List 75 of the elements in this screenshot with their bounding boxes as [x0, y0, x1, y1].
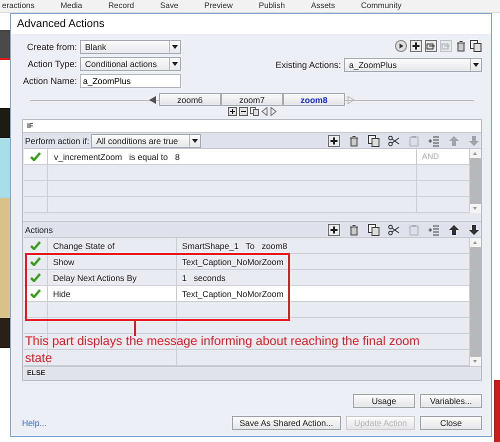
menu-item[interactable]: Community	[361, 1, 402, 11]
checkmark-icon[interactable]	[30, 241, 41, 250]
create-from-dropdown[interactable]: Blank	[80, 40, 181, 54]
table-cell: SmartShape_1 To zoom8	[182, 240, 288, 250]
checkmark-icon[interactable]	[30, 152, 41, 161]
field-label: Create from:	[26, 42, 77, 52]
checkmark-icon[interactable]	[30, 273, 41, 282]
copy-icon[interactable]	[368, 134, 380, 146]
action-type-dropdown[interactable]: Conditional actions	[80, 57, 181, 71]
down-arrow-icon[interactable]	[468, 224, 480, 236]
remove-decision-icon[interactable]	[238, 107, 248, 116]
leader-line	[134, 321, 136, 336]
menu-item[interactable]: Publish	[258, 1, 285, 11]
dropdown-arrow-icon	[169, 41, 180, 53]
add-decision-icon[interactable]	[228, 107, 236, 116]
action-name-field[interactable]: a_ZoomPlus	[80, 74, 181, 88]
dropdown-arrow-icon	[470, 59, 481, 71]
dialog-button[interactable]: Variables...	[420, 394, 482, 408]
table-cell: 1 seconds	[182, 272, 226, 282]
insert-row-icon[interactable]	[428, 224, 440, 236]
left-arrow-icon[interactable]	[260, 107, 268, 116]
dialog-button[interactable]: Close	[420, 416, 482, 430]
dropdown-arrow-icon	[189, 134, 200, 146]
add-icon[interactable]	[328, 134, 340, 146]
play-icon[interactable]	[395, 40, 407, 52]
right-arrow-icon[interactable]	[270, 107, 276, 116]
copy-icon[interactable]	[368, 224, 380, 236]
table-cell: v_incrementZoom is equal to 8	[54, 152, 180, 162]
help-link[interactable]: Help...	[22, 418, 47, 428]
trash-icon[interactable]	[455, 40, 467, 52]
annotation-text: This part displays the message informing about reaching the final zoom state	[25, 333, 421, 367]
menu-item[interactable]: Assets	[311, 1, 336, 11]
scrollbar[interactable]	[469, 149, 481, 213]
menu-item[interactable]: Record	[108, 1, 134, 11]
previous-arrow-icon[interactable]	[149, 96, 157, 104]
perform-condition-dropdown[interactable]: All conditions are true	[91, 134, 202, 148]
table-cell: Text_Caption_NoMorZoom	[182, 256, 284, 266]
menu-item[interactable]: Preview	[204, 1, 233, 11]
field-label: Action Type:	[26, 59, 77, 69]
scissors-icon[interactable]	[388, 224, 400, 236]
field-label: Existing Actions:	[275, 60, 341, 70]
table-cell: Show	[53, 256, 74, 266]
trash-icon[interactable]	[348, 224, 360, 236]
scissors-icon[interactable]	[388, 134, 400, 146]
duplicate-icon[interactable]	[470, 40, 482, 52]
up-arrow-icon[interactable]	[448, 224, 460, 236]
app-border	[494, 380, 500, 442]
decision-tab[interactable]: zoom8	[283, 93, 345, 106]
menu-item[interactable]: Save	[160, 1, 178, 11]
decision-tab[interactable]: zoom7	[221, 93, 283, 106]
checkmark-icon[interactable]	[30, 257, 41, 266]
field-label: Perform action if:	[25, 136, 90, 146]
field-label: Action Name:	[22, 76, 77, 86]
dropdown-arrow-icon	[169, 58, 180, 70]
table-cell: Text_Caption_NoMorZoom	[182, 288, 284, 298]
scrollbar[interactable]	[469, 238, 481, 366]
table-cell: Hide	[53, 288, 70, 298]
table-cell: Delay Next Actions By	[53, 272, 137, 282]
import-icon[interactable]	[425, 40, 437, 52]
add-icon[interactable]	[328, 224, 340, 236]
window-title: Advanced Actions	[17, 18, 104, 30]
dialog-button[interactable]: Usage	[353, 394, 415, 408]
trash-icon[interactable]	[348, 134, 360, 146]
dialog-button[interactable]: Save As Shared Action...	[232, 416, 342, 430]
menu-item[interactable]: Media	[60, 1, 82, 11]
decision-tab[interactable]: zoom6	[159, 93, 221, 106]
table-cell: AND	[422, 152, 439, 161]
checkmark-icon[interactable]	[30, 289, 41, 298]
existing-actions-dropdown[interactable]: a_ZoomPlus	[344, 58, 482, 72]
menu-item[interactable]: eractions	[2, 1, 34, 11]
add-icon[interactable]	[410, 40, 422, 52]
copy-decision-icon[interactable]	[250, 107, 258, 116]
table-cell: Change State of	[53, 240, 114, 250]
insert-row-icon[interactable]	[428, 134, 440, 146]
section-title: Actions	[25, 224, 53, 234]
